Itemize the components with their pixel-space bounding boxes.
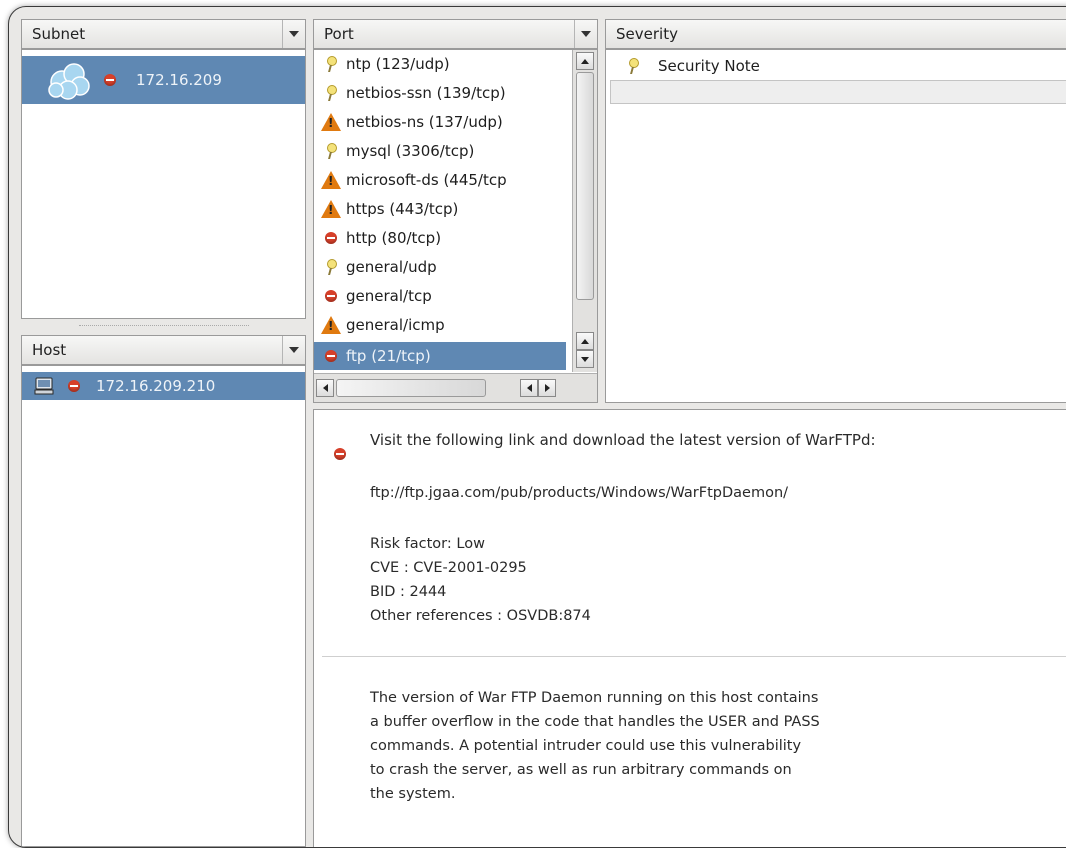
arrow-up-icon (581, 58, 589, 64)
port-item[interactable]: ntp (123/udp) (314, 50, 566, 77)
port-header-label: Port (324, 25, 354, 43)
port-dropdown-button[interactable] (574, 20, 597, 48)
scroll-up-button[interactable] (576, 52, 594, 70)
deny-icon (325, 289, 337, 302)
port-item-label: netbios-ssn (139/tcp) (346, 83, 506, 102)
port-item[interactable]: netbios-ssn (139/tcp) (314, 79, 566, 106)
detail-description-line: a buffer overflow in the code that handl… (370, 714, 820, 730)
warning-icon (321, 199, 341, 218)
note-icon (324, 258, 338, 276)
scroll-left-button[interactable] (520, 379, 538, 397)
arrow-left-icon (322, 384, 328, 392)
arrow-left-icon (526, 384, 532, 392)
subnet-item-label: 172.16.209 (136, 71, 222, 89)
port-item-label: general/udp (346, 257, 437, 276)
port-vertical-scrollbar[interactable] (572, 50, 597, 372)
port-item[interactable]: http (80/tcp) (314, 224, 566, 251)
section-divider (322, 656, 1066, 657)
port-item[interactable]: https (443/tcp) (314, 195, 566, 222)
detail-description-line: the system. (370, 786, 456, 802)
port-item[interactable]: microsoft-ds (445/tcp (314, 166, 566, 193)
port-item-label: ftp (21/tcp) (346, 347, 431, 365)
detail-bid: BID : 2444 (370, 584, 447, 600)
host-list: 172.16.209.210 (21, 365, 306, 847)
severity-item[interactable]: Security Note (606, 52, 1066, 79)
chevron-down-icon (289, 347, 299, 353)
arrow-down-icon (581, 356, 589, 362)
app-window: Subnet 172.16.209 Host 172.16.209.210 Po… (8, 6, 1066, 848)
scroll-thumb[interactable] (576, 72, 594, 300)
detail-cve: CVE : CVE-2001-0295 (370, 560, 527, 576)
port-item-label: https (443/tcp) (346, 199, 459, 218)
detail-risk-factor: Risk factor: Low (370, 536, 485, 552)
severity-item-label: Security Note (658, 56, 760, 75)
scroll-thumb[interactable] (336, 379, 486, 397)
port-item-selected[interactable]: ftp (21/tcp) (314, 342, 566, 370)
port-list: ntp (123/udp) netbios-ssn (139/tcp) netb… (313, 49, 598, 403)
cloud-icon (48, 63, 90, 100)
port-item-label: general/tcp (346, 286, 432, 305)
arrow-up-icon (581, 338, 589, 344)
severity-list: Security Note (605, 49, 1066, 403)
chevron-down-icon (581, 31, 591, 37)
splitter-handle[interactable] (79, 325, 249, 328)
port-item-label: http (80/tcp) (346, 228, 442, 247)
severity-header[interactable]: Severity (605, 19, 1066, 49)
subnet-header[interactable]: Subnet (21, 19, 306, 49)
deny-icon (325, 350, 337, 362)
severity-header-label: Severity (616, 25, 678, 43)
deny-icon (68, 380, 80, 392)
detail-solution-text: Visit the following link and download th… (370, 431, 876, 449)
subnet-list: 172.16.209 (21, 49, 306, 319)
arrow-right-icon (544, 384, 550, 392)
detail-link[interactable]: ftp://ftp.jgaa.com/pub/products/Windows/… (370, 481, 788, 505)
port-item-label: mysql (3306/tcp) (346, 141, 475, 160)
warning-icon (321, 170, 341, 189)
port-item[interactable]: general/tcp (314, 282, 566, 309)
scroll-right-button[interactable] (538, 379, 556, 397)
scroll-down-button[interactable] (576, 350, 594, 368)
scroll-up-button[interactable] (576, 332, 594, 350)
detail-description-line: to crash the server, as well as run arbi… (370, 762, 792, 778)
deny-icon (334, 448, 346, 460)
port-item[interactable]: netbios-ns (137/udp) (314, 108, 566, 135)
port-item[interactable]: mysql (3306/tcp) (314, 137, 566, 164)
host-item[interactable]: 172.16.209.210 (22, 372, 305, 400)
detail-description-line: The version of War FTP Daemon running on… (370, 690, 819, 706)
note-icon (324, 142, 338, 160)
computer-icon (34, 377, 54, 395)
port-item-label: ntp (123/udp) (346, 54, 450, 73)
host-dropdown-button[interactable] (282, 336, 305, 364)
scroll-left-button[interactable] (316, 379, 334, 397)
warning-icon (321, 112, 341, 131)
port-item-label: netbios-ns (137/udp) (346, 112, 503, 131)
warning-icon (321, 315, 341, 334)
subnet-item[interactable]: 172.16.209 (22, 56, 305, 104)
subnet-header-label: Subnet (32, 25, 86, 43)
deny-icon (104, 74, 116, 86)
deny-icon (325, 231, 337, 244)
port-item[interactable]: general/udp (314, 253, 566, 280)
severity-empty-row (610, 80, 1066, 104)
port-header[interactable]: Port (313, 19, 598, 49)
detail-description-line: commands. A potential intruder could use… (370, 738, 802, 754)
port-item-label: microsoft-ds (445/tcp (346, 170, 507, 189)
note-icon (324, 55, 338, 73)
port-item-label: general/icmp (346, 315, 445, 334)
host-item-label: 172.16.209.210 (96, 377, 216, 395)
port-item[interactable]: general/icmp (314, 311, 566, 338)
note-icon (626, 57, 640, 75)
chevron-down-icon (289, 31, 299, 37)
report-detail-pane: Visit the following link and download th… (313, 409, 1066, 847)
subnet-dropdown-button[interactable] (282, 20, 305, 48)
host-header[interactable]: Host (21, 335, 306, 365)
detail-other-references: Other references : OSVDB:874 (370, 608, 591, 624)
note-icon (324, 84, 338, 102)
host-header-label: Host (32, 341, 67, 359)
port-horizontal-scrollbar[interactable] (314, 373, 597, 402)
